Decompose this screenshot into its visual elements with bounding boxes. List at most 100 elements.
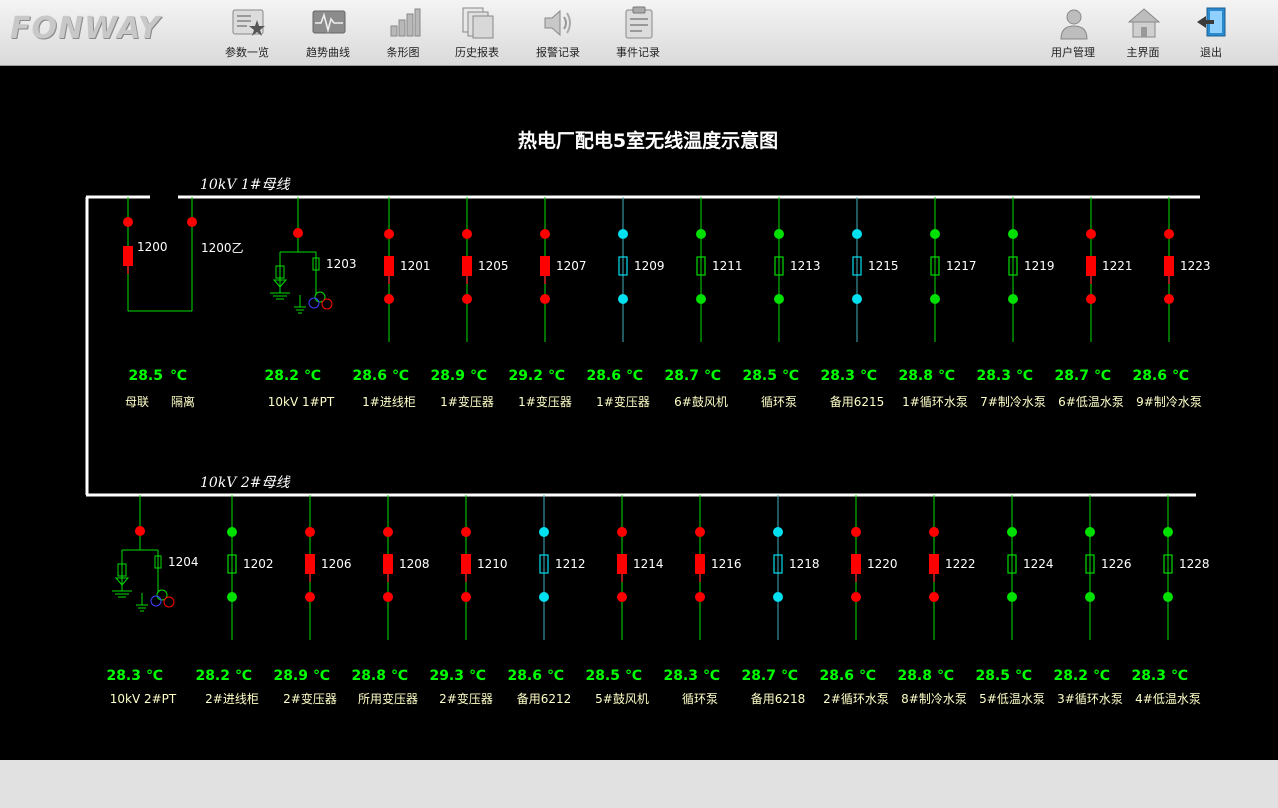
row1-feeder-1223-lower-dot: [1164, 294, 1174, 304]
row1-feeder-1211-name: 6#鼓风机: [674, 395, 728, 409]
exit-label: 退出: [1200, 46, 1222, 59]
history-report-button[interactable]: 历史报表: [444, 4, 510, 62]
row2-pt-1204-dot: [135, 526, 145, 536]
row1-pt-1203-dot: [293, 228, 303, 238]
row1-feeder-1211-id: 1211: [712, 259, 743, 273]
row2-feeder-1224-lower-dot: [1007, 592, 1017, 602]
row2-feeder-1206-breaker[interactable]: [305, 554, 315, 574]
row1-feeder-1223-upper-dot: [1164, 229, 1174, 239]
row2-pt-1204-id: 1204: [168, 555, 199, 569]
row2-feeder-1220-breaker[interactable]: [851, 554, 861, 574]
row1-feeder-1211-upper-dot: [696, 229, 706, 239]
user-management-button[interactable]: 用户管理: [1040, 4, 1106, 62]
parameter-list-button[interactable]: 参数一览: [214, 4, 280, 62]
row2-feeder-1224-temp-unit: ℃: [1015, 668, 1032, 684]
row2-feeder-1206-name: 2#变压器: [283, 691, 337, 706]
row2-feeder-1214-lower-dot: [617, 592, 627, 602]
row1-feeder-1213-temp-unit: ℃: [782, 368, 799, 384]
row2-feeder-1208-temp-unit: ℃: [391, 668, 408, 684]
row2-feeder-1214-name: 5#鼓风机: [595, 692, 649, 706]
row1-feeder-1215-id: 1215: [868, 259, 899, 273]
row1-feeder-1201-breaker[interactable]: [384, 256, 394, 276]
row2-feeder-1202-name: 2#进线柜: [205, 692, 259, 706]
row2-feeder-1202-temp-unit: ℃: [235, 668, 252, 684]
row2-feeder-1206-upper-dot: [305, 527, 315, 537]
row2-feeder-1212-upper-dot: [539, 527, 549, 537]
row2-feeder-1210-name: 2#变压器: [439, 691, 493, 706]
trend-curve-icon: [312, 10, 346, 34]
row2-feeder-1224-id: 1224: [1023, 557, 1054, 571]
row2-feeder-1222-upper-dot: [929, 527, 939, 537]
user-management-icon: [1060, 9, 1088, 40]
row2-feeder-1226-upper-dot: [1085, 527, 1095, 537]
row2-feeder-1210-temp-unit: ℃: [469, 668, 486, 684]
bus-tie-breaker[interactable]: [123, 246, 133, 266]
row1-feeder-1207-breaker[interactable]: [540, 256, 550, 276]
row1-feeder-1223-temp-unit: ℃: [1172, 368, 1189, 384]
row2-pt-1204-pt-coil-3: [163, 596, 175, 608]
row2-feeder-1208-breaker[interactable]: [383, 554, 393, 574]
row2-feeder-1216-breaker[interactable]: [695, 554, 705, 574]
row1-feeder-1205-temp-unit: ℃: [470, 368, 487, 384]
row1-feeder-1215-lower-dot: [852, 294, 862, 304]
one-line-diagram: 热电厂配电5室无线温度示意图 10kV 1#母线 10kV 2#母线 1200 1200…: [85, 129, 1211, 706]
row2-feeder-1214-breaker[interactable]: [617, 554, 627, 574]
exit-button[interactable]: 退出: [1178, 4, 1244, 62]
row2-feeder-1208-name: 所用变压器: [358, 691, 418, 706]
row1-feeder-1207-id: 1207: [556, 259, 587, 273]
row1-feeder-1221-id: 1221: [1102, 259, 1133, 273]
row1-feeder-1219-name: 7#制冷水泵: [980, 395, 1046, 409]
row2-feeder-1220-name: 2#循环水泵: [823, 692, 889, 706]
row2-feeder-1226-temp: 28.2: [1053, 668, 1088, 684]
row1-feeder-1201-temp: 28.6: [352, 368, 387, 384]
row2-feeder-1212-temp-unit: ℃: [547, 668, 564, 684]
row1-feeder-1209-upper-dot: [618, 229, 628, 239]
home-label: 主界面: [1126, 46, 1160, 59]
row2-feeder-1210-lower-dot: [461, 592, 471, 602]
status-area: [0, 760, 1278, 808]
event-record-button[interactable]: 事件记录: [605, 4, 671, 62]
row2-feeder-1222-temp-unit: ℃: [937, 668, 954, 684]
diagram-title: 热电厂配电5室无线温度示意图: [518, 129, 778, 152]
bus1-label: 10kV 1#母线: [200, 177, 291, 193]
row1-feeder-1223-breaker[interactable]: [1164, 256, 1174, 276]
row1-feeder-1203-name: 10kV 1#PT: [268, 395, 335, 409]
row1-feeder-1219-lower-dot: [1008, 294, 1018, 304]
row2-feeder-1210-breaker[interactable]: [461, 554, 471, 574]
row2-feeder-1202-temp: 28.2: [195, 668, 230, 684]
row1-feeder-1211-temp-unit: ℃: [704, 368, 721, 384]
row2-feeder-1224-temp: 28.5: [975, 668, 1010, 684]
row2-feeder-1216-id: 1216: [711, 557, 742, 571]
row1-feeder-1215-temp: 28.3: [820, 368, 855, 384]
row1-pt-1203-pt-coil-2: [308, 297, 320, 309]
fonway-logo: FONWAY: [10, 11, 161, 46]
row1-feeder-1201-name: 1#进线柜: [362, 395, 416, 409]
row2-feeder-1228-upper-dot: [1163, 527, 1173, 537]
row2-feeder-1218-id: 1218: [789, 557, 820, 571]
row1-feeder-1205-id: 1205: [478, 259, 509, 273]
row2-feeder-1218-upper-dot: [773, 527, 783, 537]
alarm-record-button[interactable]: 报警记录: [525, 4, 591, 62]
row2-feeder-1226-id: 1226: [1101, 557, 1132, 571]
top-toolbar: FONWAY 参数一览 趋势曲线 条形图 历史报表 报警记录 事件记录 用户管理…: [0, 0, 1278, 66]
row1-feeder-1213-lower-dot: [774, 294, 784, 304]
trend-curve-button[interactable]: 趋势曲线: [295, 4, 361, 62]
row2-feeder-1222-id: 1222: [945, 557, 976, 571]
bar-chart-button[interactable]: 条形图: [370, 4, 436, 62]
bus-tie-isolator-name: 隔离: [171, 394, 195, 409]
trend-curve-label: 趋势曲线: [306, 46, 350, 59]
row1-feeder-1201-temp-unit: ℃: [392, 368, 409, 384]
row1-feeder-1213-temp: 28.5: [742, 368, 777, 384]
row2-feeder-1220-id: 1220: [867, 557, 898, 571]
row2-feeder-1208-upper-dot: [383, 527, 393, 537]
row1-feeder-1205-breaker[interactable]: [462, 256, 472, 276]
row2-feeder-1222-breaker[interactable]: [929, 554, 939, 574]
row1-feeder-1221-breaker[interactable]: [1086, 256, 1096, 276]
row1-feeder-1201-upper-dot: [384, 229, 394, 239]
row2-feeder-1204-temp: 28.3: [106, 668, 141, 684]
row1-feeder-1215-upper-dot: [852, 229, 862, 239]
row1-feeder-1205-lower-dot: [462, 294, 472, 304]
row1-feeder-1217-lower-dot: [930, 294, 940, 304]
row2-feeder-1206-temp: 28.9: [273, 668, 308, 684]
home-button[interactable]: 主界面: [1110, 4, 1176, 62]
